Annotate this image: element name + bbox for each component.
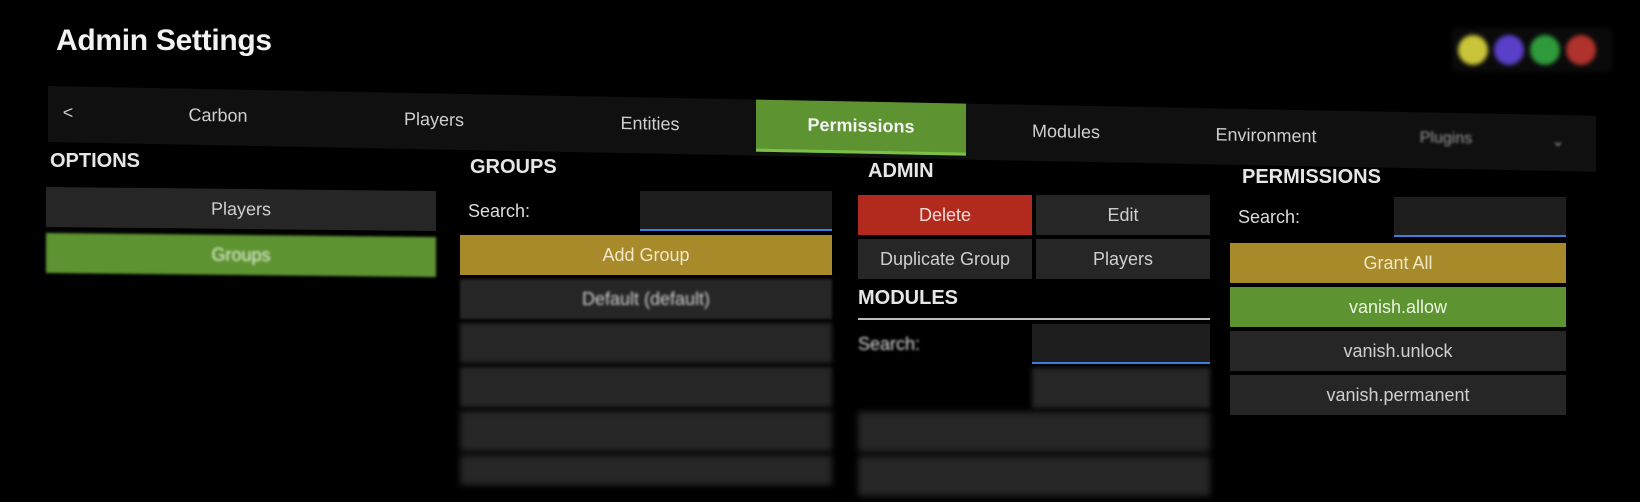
duplicate-group-button[interactable]: Duplicate Group <box>858 239 1032 279</box>
groups-search-label: Search: <box>468 200 531 221</box>
add-group-button[interactable]: Add Group <box>460 235 832 275</box>
options-panel: OPTIONS Players Groups <box>46 150 436 278</box>
modules-search: Search: <box>858 324 1210 364</box>
admin-players-button[interactable]: Players <box>1036 239 1210 279</box>
permissions-search-input[interactable] <box>1394 197 1566 237</box>
tab-entities[interactable]: Entities <box>550 96 750 152</box>
tab-environment[interactable]: Environment <box>1166 107 1366 163</box>
group-item-default[interactable]: Default (default) <box>460 279 832 319</box>
tab-plugins[interactable]: Plugins <box>1366 111 1526 166</box>
chevron-down-icon[interactable]: ⌄ <box>1538 115 1578 168</box>
group-item-blurred[interactable] <box>460 455 832 485</box>
back-button[interactable]: < <box>48 86 88 139</box>
groups-search-input[interactable] <box>640 191 832 231</box>
modules-filter-dropdown[interactable] <box>1032 368 1210 408</box>
permissions-panel: PERMISSIONS Search: Grant All vanish.all… <box>1230 166 1566 415</box>
groups-title: GROUPS <box>470 156 557 178</box>
permissions-search-label: Search: <box>1238 206 1301 227</box>
modules-filter-row <box>858 368 1210 408</box>
modules-search-label: Search: <box>858 333 921 354</box>
admin-title: ADMIN <box>868 160 934 182</box>
purple-dot-icon[interactable] <box>1494 35 1524 65</box>
modules-title: MODULES <box>858 287 1210 320</box>
group-item-blurred[interactable] <box>460 367 832 407</box>
options-groups-button[interactable]: Groups <box>46 232 436 278</box>
options-title: OPTIONS <box>50 150 141 172</box>
options-players-button[interactable]: Players <box>46 186 436 232</box>
group-item-blurred[interactable] <box>460 411 832 451</box>
permissions-title: PERMISSIONS <box>1242 166 1381 188</box>
module-item-blurred[interactable] <box>858 456 1210 496</box>
page-title: Admin Settings <box>56 24 272 57</box>
permissions-search: Search: <box>1230 197 1566 237</box>
tab-modules[interactable]: Modules <box>966 104 1166 160</box>
groups-panel: GROUPS Search: Add Group Default (defaul… <box>460 156 832 485</box>
admin-panel: ADMIN Delete Edit Duplicate Group Player… <box>858 160 1210 496</box>
permission-item[interactable]: vanish.allow <box>1230 287 1566 327</box>
delete-button[interactable]: Delete <box>858 195 1032 235</box>
edit-button[interactable]: Edit <box>1036 195 1210 235</box>
group-item-blurred[interactable] <box>460 323 832 363</box>
permission-item[interactable]: vanish.unlock <box>1230 331 1566 371</box>
tab-players[interactable]: Players <box>334 91 534 147</box>
tab-permissions[interactable]: Permissions <box>756 99 966 156</box>
groups-search: Search: <box>460 191 832 231</box>
window-controls <box>1452 28 1612 72</box>
permission-item[interactable]: vanish.permanent <box>1230 375 1566 415</box>
red-dot-icon[interactable] <box>1566 35 1596 65</box>
green-dot-icon[interactable] <box>1530 35 1560 65</box>
tab-carbon[interactable]: Carbon <box>118 87 318 143</box>
module-item-blurred[interactable] <box>858 412 1210 452</box>
grant-all-button[interactable]: Grant All <box>1230 243 1566 283</box>
modules-search-input[interactable] <box>1032 324 1210 364</box>
yellow-dot-icon[interactable] <box>1458 35 1488 65</box>
